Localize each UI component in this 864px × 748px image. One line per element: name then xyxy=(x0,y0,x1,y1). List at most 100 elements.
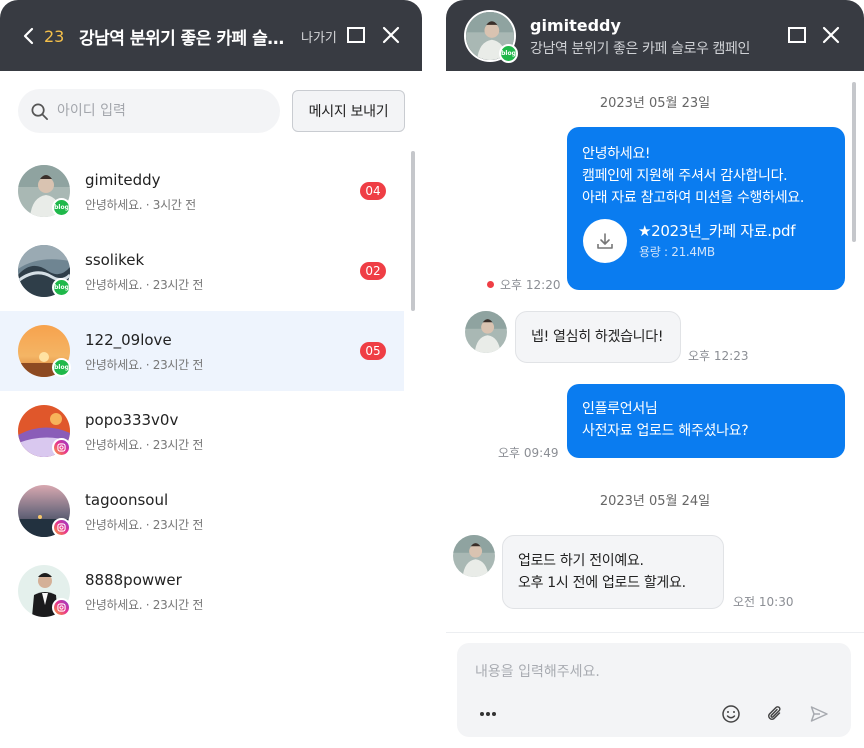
conversation-name: 122_09love xyxy=(85,331,172,349)
attach-icon xyxy=(768,706,781,720)
file-name: ★2023년_카페 자료.pdf xyxy=(638,222,796,240)
date-separator: 2023년 05월 23일 xyxy=(599,96,711,111)
conversation-name: gimiteddy xyxy=(85,171,161,189)
message-time: 오후 09:49 xyxy=(498,446,559,460)
chat-header: blog gimiteddy 강남역 분위기 좋은 카페 슬로우 캠페인 xyxy=(446,0,864,71)
preview-time: · 23시간 전 xyxy=(145,518,204,532)
conversation-preview: 안녕하세요. · 23시간 전 xyxy=(85,276,203,293)
conversation-list-panel: 23 강남역 분위기 좋은 카페 슬로... 나가기 메시지 보내기 blog … xyxy=(0,0,422,748)
send-message-button[interactable]: 메시지 보내기 xyxy=(292,90,405,132)
list-scrollbar[interactable] xyxy=(411,151,415,311)
chat-user-name: gimiteddy xyxy=(530,16,621,35)
instagram-icon xyxy=(52,598,71,617)
message-time: 오후 12:23 xyxy=(688,349,749,363)
conversation-name: ssolikek xyxy=(85,251,145,269)
unread-badge: 05 xyxy=(360,342,386,360)
emoji-button[interactable] xyxy=(720,703,742,725)
list-header: 23 강남역 분위기 좋은 카페 슬로... 나가기 xyxy=(0,0,422,71)
outgoing-message: 안녕하세요! 캠페인에 지원해 주셔서 감사합니다. 아래 자료 참고하여 미션… xyxy=(567,127,845,290)
conversation-preview: 안녕하세요. · 3시간 전 xyxy=(85,196,196,213)
search-input[interactable] xyxy=(57,103,257,119)
blog-icon: blog xyxy=(499,44,518,63)
message-line: 사전자료 업로드 해주셨나요? xyxy=(582,423,749,439)
send-icon xyxy=(810,706,828,722)
conversation-list: blog gimiteddy 안녕하세요. · 3시간 전 04 blog ss… xyxy=(0,151,404,631)
preview-text: 안녕하세요. xyxy=(85,358,143,372)
list-item[interactable]: blog ssolikek 안녕하세요. · 23시간 전 02 xyxy=(0,231,404,311)
unread-dot xyxy=(487,281,494,288)
chat-scrollbar[interactable] xyxy=(852,82,856,242)
conversation-name: 8888powwer xyxy=(85,571,182,589)
avatar xyxy=(453,535,495,577)
chat-panel: blog gimiteddy 강남역 분위기 좋은 카페 슬로우 캠페인 202… xyxy=(446,0,864,748)
preview-text: 안녕하세요. xyxy=(85,198,143,212)
download-button[interactable] xyxy=(583,219,627,263)
conversation-count: 23 xyxy=(44,26,65,46)
message-line: 업로드 하기 전이예요. xyxy=(518,553,644,569)
close-icon xyxy=(822,26,840,44)
list-item[interactable]: blog gimiteddy 안녕하세요. · 3시간 전 04 xyxy=(0,151,404,231)
divider xyxy=(446,632,864,633)
emoji-icon xyxy=(722,705,740,723)
instagram-icon xyxy=(52,438,71,457)
message-line: 아래 자료 참고하여 미션을 수행하세요. xyxy=(582,190,805,206)
send-button[interactable] xyxy=(808,703,830,725)
preview-time: · 23시간 전 xyxy=(145,278,204,292)
close-button[interactable] xyxy=(380,24,402,46)
chat-campaign-name: 강남역 분위기 좋은 카페 슬로우 캠페인 xyxy=(530,41,750,57)
message-line: 인플루언서님 xyxy=(582,401,658,417)
conversation-preview: 안녕하세요. · 23시간 전 xyxy=(85,516,203,533)
close-icon xyxy=(382,26,400,44)
preview-text: 안녕하세요. xyxy=(85,278,143,292)
more-button[interactable] xyxy=(477,703,499,725)
message-text: 넵! 열심히 하겠습니다! xyxy=(531,329,664,345)
blog-icon: blog xyxy=(52,278,71,297)
chevron-left-icon xyxy=(23,27,34,45)
maximize-button[interactable] xyxy=(786,24,808,46)
more-icon xyxy=(480,712,496,716)
date-separator: 2023년 05월 24일 xyxy=(599,494,711,509)
campaign-title: 강남역 분위기 좋은 카페 슬로... xyxy=(79,29,299,49)
instagram-icon xyxy=(52,518,71,537)
unread-badge: 02 xyxy=(360,262,386,280)
maximize-icon xyxy=(788,27,806,43)
attach-button[interactable] xyxy=(764,703,786,725)
list-item[interactable]: blog 122_09love 안녕하세요. · 23시간 전 05 xyxy=(0,311,404,391)
blog-badge-text: blog xyxy=(54,364,69,371)
download-icon xyxy=(597,233,613,249)
avatar xyxy=(465,311,507,353)
message-composer xyxy=(457,643,851,737)
message-input[interactable] xyxy=(475,661,825,685)
message-line: 안녕하세요! xyxy=(582,146,651,162)
list-item[interactable]: tagoonsoul 안녕하세요. · 23시간 전 xyxy=(0,471,404,551)
preview-text: 안녕하세요. xyxy=(85,438,143,452)
incoming-message: 업로드 하기 전이예요. 오후 1시 전에 업로드 할게요. xyxy=(502,535,724,609)
conversation-name: tagoonsoul xyxy=(85,491,169,509)
message-time: 오후 12:20 xyxy=(487,276,560,293)
conversation-preview: 안녕하세요. · 23시간 전 xyxy=(85,596,203,613)
preview-text: 안녕하세요. xyxy=(85,598,143,612)
search-icon xyxy=(31,103,48,120)
preview-time: · 23시간 전 xyxy=(145,598,204,612)
incoming-message: 넵! 열심히 하겠습니다! xyxy=(515,311,681,363)
maximize-button[interactable] xyxy=(345,24,367,46)
list-item[interactable]: 8888powwer 안녕하세요. · 23시간 전 xyxy=(0,551,404,631)
unread-badge: 04 xyxy=(360,182,386,200)
blog-icon: blog xyxy=(52,198,71,217)
preview-time: · 23시간 전 xyxy=(145,358,204,372)
blog-badge-text: blog xyxy=(54,284,69,291)
maximize-icon xyxy=(347,27,365,43)
list-item[interactable]: popo333v0v 안녕하세요. · 23시간 전 xyxy=(0,391,404,471)
file-size: 용량 : 21.4MB xyxy=(639,245,715,259)
exit-button[interactable]: 나가기 xyxy=(301,27,337,46)
preview-time: · 3시간 전 xyxy=(145,198,196,212)
file-attachment[interactable]: ★2023년_카페 자료.pdf 용량 : 21.4MB xyxy=(583,219,813,265)
time-text: 오후 12:20 xyxy=(500,278,561,292)
conversation-name: popo333v0v xyxy=(85,411,179,429)
outgoing-message: 인플루언서님 사전자료 업로드 해주셨나요? xyxy=(567,384,845,458)
preview-time: · 23시간 전 xyxy=(145,438,204,452)
preview-text: 안녕하세요. xyxy=(85,518,143,532)
close-button[interactable] xyxy=(820,24,842,46)
blog-badge-text: blog xyxy=(54,204,69,211)
conversation-preview: 안녕하세요. · 23시간 전 xyxy=(85,436,203,453)
